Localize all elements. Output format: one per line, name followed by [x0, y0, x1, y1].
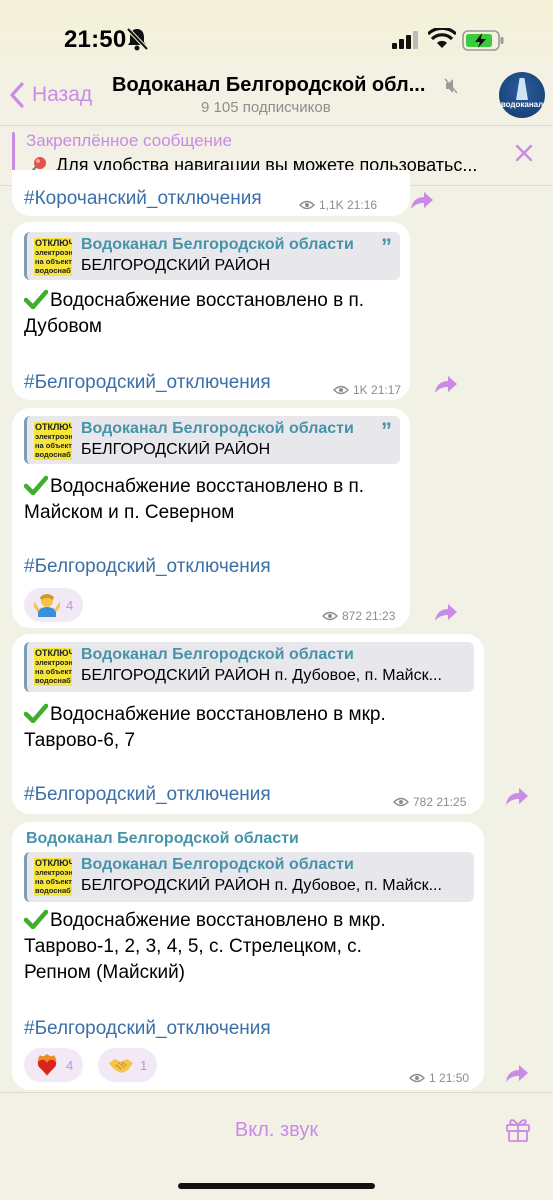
- reply-snippet: БЕЛГОРОДСКИЙ РАЙОН: [81, 257, 271, 274]
- eye-icon: [322, 611, 338, 621]
- share-icon[interactable]: [505, 786, 529, 806]
- quote-icon: ”: [381, 418, 392, 443]
- share-icon[interactable]: [505, 1063, 529, 1083]
- hashtag-link[interactable]: #Белгородский_отключения: [24, 1018, 271, 1040]
- message-bubble[interactable]: ОТКЛЮЧ электроэн на объект водоснаб Водо…: [12, 408, 410, 628]
- reply-preview[interactable]: ОТКЛЮЧ электроэн на объект водоснаб Водо…: [24, 416, 400, 464]
- reply-author: Водоканал Белгородской области: [81, 856, 354, 873]
- message-time: 21:16: [347, 198, 378, 212]
- close-icon[interactable]: [513, 142, 535, 164]
- reply-preview[interactable]: ОТКЛЮЧ электроэн на объект водоснаб Водо…: [24, 852, 474, 902]
- avatar-caption: водоканал: [500, 100, 544, 109]
- message-text: Водоснабжение восстановлено в мкр. Тавро…: [24, 909, 386, 983]
- reply-thumbnail: ОТКЛЮЧ электроэн на объект водоснаб: [34, 238, 72, 276]
- message-text: Водоснабжение восстановлено в п. Майском…: [24, 475, 365, 523]
- home-indicator[interactable]: [178, 1183, 375, 1189]
- message-text: Водоснабжение восстановлено в п. Дубовом: [24, 289, 365, 337]
- reply-preview[interactable]: ОТКЛЮЧ электроэн на объект водоснаб Водо…: [24, 642, 474, 692]
- gift-icon[interactable]: [504, 1115, 532, 1143]
- water-tower-logo: [516, 78, 528, 100]
- reply-preview[interactable]: ОТКЛЮЧ электроэн на объект водоснаб Водо…: [24, 232, 400, 280]
- reply-thumbnail: ОТКЛЮЧ электроэн на объект водоснаб: [34, 858, 72, 896]
- view-count: 1K: [353, 383, 368, 397]
- reply-thumbnail: ОТКЛЮЧ электроэн на объект водоснаб: [34, 648, 72, 686]
- message-bubble[interactable]: #Корочанский_отключения 1,1K 21:16: [12, 170, 410, 216]
- hashtag-link[interactable]: #Корочанский_отключения: [24, 188, 262, 210]
- reaction-count: 1: [140, 1057, 148, 1073]
- view-count: 782: [413, 795, 434, 809]
- eye-icon: [409, 1073, 425, 1083]
- shrug-emoji-icon: [34, 594, 60, 617]
- bottom-bar: Вкл. звук: [0, 1092, 553, 1200]
- message-bubble[interactable]: ОТКЛЮЧ электроэн на объект водоснаб Водо…: [12, 634, 484, 814]
- message-time: 21:23: [365, 609, 396, 623]
- chat-header: Назад Водоканал Белгородской обл... 9 10…: [0, 62, 553, 126]
- check-mark-icon: [24, 703, 48, 723]
- reply-snippet: БЕЛГОРОДСКИЙ РАЙОН: [81, 441, 271, 458]
- back-label: Назад: [32, 83, 93, 106]
- message-time: 21:25: [436, 795, 467, 809]
- message-meta: 1,1K 21:16: [299, 198, 377, 212]
- back-button[interactable]: Назад: [8, 80, 92, 110]
- channel-avatar[interactable]: водоканал: [499, 72, 545, 118]
- bell-slash-icon: [126, 27, 148, 51]
- reaction-count: 4: [66, 597, 74, 613]
- message-bubble[interactable]: Водоканал Белгородской области ОТКЛЮЧ эл…: [12, 822, 484, 1090]
- subscriber-count: 9 105 подписчиков: [201, 99, 331, 116]
- battery-charging-icon: [462, 30, 504, 51]
- heart-on-fire-icon: [37, 1054, 57, 1076]
- pinned-title: Закреплённое сообщение: [26, 131, 232, 150]
- message-bubble[interactable]: ОТКЛЮЧ электроэн на объект водоснаб Водо…: [12, 222, 410, 400]
- check-mark-icon: [24, 909, 48, 929]
- status-time: 21:50: [64, 26, 127, 53]
- check-mark-icon: [24, 289, 48, 309]
- reaction-chip[interactable]: 4: [24, 1048, 84, 1082]
- reply-snippet: БЕЛГОРОДСКИЙ РАЙОН п. Дубовое, п. Майск.…: [81, 877, 442, 894]
- muted-speaker-icon: [444, 78, 458, 94]
- view-count: 1: [429, 1071, 436, 1085]
- reaction-count: 4: [66, 1057, 74, 1073]
- chevron-left-icon: [10, 82, 24, 108]
- reaction-chip[interactable]: 4: [24, 588, 84, 622]
- hashtag-link[interactable]: #Белгородский_отключения: [24, 372, 271, 394]
- status-bar: 21:50: [0, 0, 553, 70]
- reaction-chip[interactable]: 1: [98, 1048, 158, 1082]
- share-icon[interactable]: [434, 602, 458, 622]
- share-icon[interactable]: [410, 190, 434, 210]
- unmute-button[interactable]: Вкл. звук: [0, 1119, 553, 1142]
- quote-icon: ”: [381, 234, 392, 259]
- share-icon[interactable]: [434, 374, 458, 394]
- cellular-signal-icon: [392, 31, 418, 49]
- eye-icon: [393, 797, 409, 807]
- message-meta: 1K 21:17: [333, 383, 401, 397]
- channel-title[interactable]: Водоканал Белгородской обл...: [112, 74, 442, 97]
- reply-snippet: БЕЛГОРОДСКИЙ РАЙОН п. Дубовое, п. Майск.…: [81, 667, 442, 684]
- message-author[interactable]: Водоканал Белгородской области: [26, 830, 299, 848]
- message-meta: 782 21:25: [393, 795, 466, 809]
- hashtag-link[interactable]: #Белгородский_отключения: [24, 556, 271, 578]
- reply-author: Водоканал Белгородской области: [81, 420, 354, 437]
- wifi-icon: [428, 28, 456, 48]
- message-text: Водоснабжение восстановлено в мкр. Тавро…: [24, 703, 386, 751]
- handshake-icon: [109, 1059, 133, 1073]
- eye-icon: [333, 385, 349, 395]
- message-meta: 872 21:23: [322, 609, 395, 623]
- hashtag-link[interactable]: #Белгородский_отключения: [24, 784, 271, 806]
- view-count: 872: [342, 609, 363, 623]
- message-time: 21:50: [439, 1071, 470, 1085]
- message-time: 21:17: [371, 383, 402, 397]
- check-mark-icon: [24, 475, 48, 495]
- message-meta: 1 21:50: [409, 1071, 469, 1085]
- eye-icon: [299, 200, 315, 210]
- reply-author: Водоканал Белгородской области: [81, 646, 354, 663]
- reply-thumbnail: ОТКЛЮЧ электроэн на объект водоснаб: [34, 422, 72, 460]
- reply-author: Водоканал Белгородской области: [81, 236, 354, 253]
- view-count: 1,1K: [319, 198, 344, 212]
